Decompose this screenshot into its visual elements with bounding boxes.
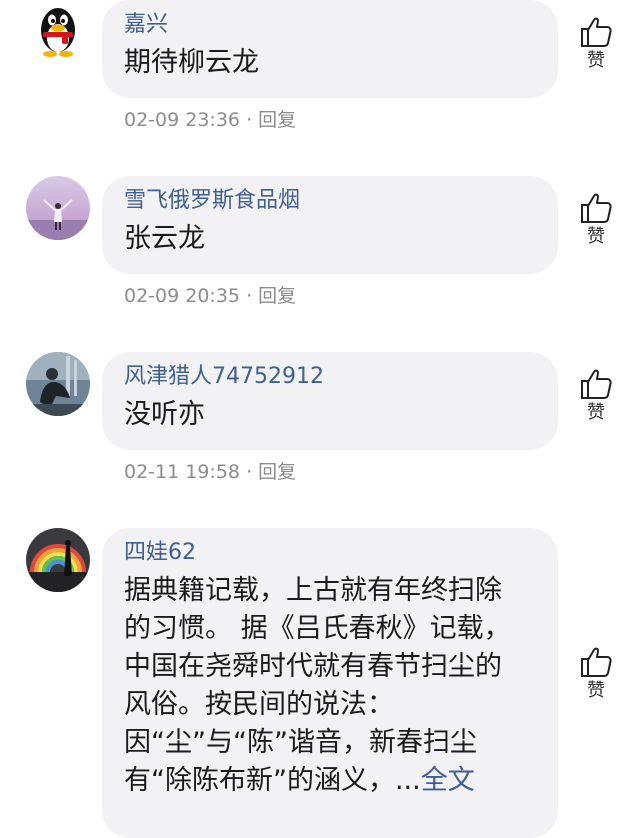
comment-bubble[interactable]: 雪飞俄罗斯食品烟 张云龙 [102, 176, 558, 274]
comment-bubble[interactable]: 嘉兴 期待柳云龙 [102, 0, 558, 98]
reply-button[interactable]: 回复 [258, 285, 296, 307]
separator: · [246, 461, 253, 483]
comment-text: 据典籍记载，上古就有年终扫除 的习惯。 据《吕氏春秋》记载， 中国在尧舜时代就有… [124, 572, 536, 800]
comment-bubble[interactable]: 风津猎人74752912 没听亦 [102, 352, 558, 450]
comment-line: 期待柳云龙 [124, 47, 259, 78]
man-avatar-icon [26, 352, 90, 416]
separator: · [246, 109, 253, 131]
reply-button[interactable]: 回复 [258, 109, 296, 131]
like-button[interactable]: 赞 [576, 368, 616, 424]
username[interactable]: 风津猎人74752912 [124, 362, 536, 392]
comment-line: 中国在尧舜时代就有春节扫尘的 [124, 651, 502, 682]
like-label: 赞 [587, 402, 605, 423]
username[interactable]: 四娃62 [124, 538, 536, 568]
avatar[interactable] [26, 176, 90, 240]
girl-avatar-icon [26, 176, 90, 240]
comment-line: 据典籍记载，上古就有年终扫除 [124, 575, 502, 606]
comment-bubble[interactable]: 四娃62 据典籍记载，上古就有年终扫除 的习惯。 据《吕氏春秋》记载， 中国在尧… [102, 528, 558, 838]
avatar[interactable] [26, 528, 90, 592]
comment-line: 有“除陈布新”的涵义，... [124, 765, 421, 796]
comment-line: 没听亦 [124, 399, 205, 430]
thumbs-up-icon [581, 647, 612, 677]
like-button[interactable]: 赞 [576, 16, 616, 72]
like-button[interactable]: 赞 [576, 192, 616, 248]
full-text-link[interactable]: 全文 [421, 765, 475, 796]
thumbs-up-icon [581, 193, 612, 223]
comment-line: 风俗。按民间的说法： [124, 689, 394, 720]
like-label: 赞 [587, 226, 605, 247]
timestamp: 02-09 20:35 [124, 285, 241, 307]
like-label: 赞 [587, 50, 605, 71]
comment-line-last: 有“除陈布新”的涵义，...全文 [124, 762, 536, 800]
like-label: 赞 [587, 680, 605, 701]
comment-meta: 02-09 23:36 · 回复 [124, 108, 296, 132]
comment-text: 期待柳云龙 [124, 44, 536, 82]
timestamp: 02-09 23:36 [124, 109, 241, 131]
thumbs-up-icon [581, 17, 612, 47]
username[interactable]: 雪飞俄罗斯食品烟 [124, 186, 536, 216]
reply-button[interactable]: 回复 [258, 461, 296, 483]
comment-meta: 02-09 20:35 · 回复 [124, 284, 296, 308]
comment-meta: 02-11 19:58 · 回复 [124, 460, 296, 484]
rainbow-avatar-icon [26, 528, 90, 592]
thumbs-up-icon [581, 369, 612, 399]
username[interactable]: 嘉兴 [124, 10, 536, 40]
like-button[interactable]: 赞 [576, 646, 616, 702]
separator: · [246, 285, 253, 307]
comment-text: 张云龙 [124, 220, 536, 258]
timestamp: 02-11 19:58 [124, 461, 241, 483]
comment-text: 没听亦 [124, 396, 536, 434]
comment-line: 张云龙 [124, 223, 205, 254]
avatar[interactable] [26, 0, 90, 64]
penguin-avatar-icon [26, 0, 90, 64]
comment-line: 的习惯。 据《吕氏春秋》记载， [124, 613, 511, 644]
avatar[interactable] [26, 352, 90, 416]
comment-line: 因“尘”与“陈”谐音，新春扫尘 [124, 727, 477, 758]
